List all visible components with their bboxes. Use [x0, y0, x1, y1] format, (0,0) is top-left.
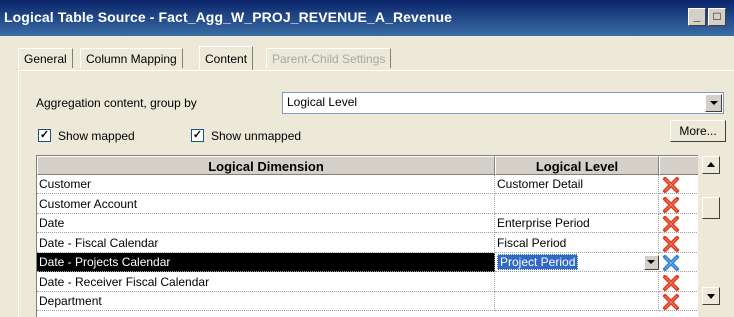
scroll-up-button[interactable]	[702, 156, 720, 174]
dimension-table: Logical Dimension Logical Level Customer…	[36, 155, 699, 317]
tab-column-mapping[interactable]: Column Mapping	[80, 48, 183, 68]
level-cell[interactable]: Customer Detail	[495, 175, 659, 194]
maximize-button[interactable]: □	[708, 8, 726, 26]
table-row[interactable]: Date - Receiver Fiscal Calendar	[37, 272, 699, 293]
minimize-button[interactable]: _	[688, 8, 706, 26]
show-unmapped-label: Show unmapped	[211, 129, 302, 143]
blue-x-icon[interactable]	[662, 254, 680, 272]
column-header-logical-dimension[interactable]: Logical Dimension	[37, 156, 495, 175]
table-row[interactable]: Date Enterprise Period	[37, 214, 699, 234]
table-row[interactable]: Customer Account	[37, 194, 699, 215]
title-bar: Logical Table Source - Fact_Agg_W_PROJ_R…	[0, 0, 734, 36]
show-mapped-label: Show mapped	[58, 129, 135, 143]
red-x-icon[interactable]	[662, 176, 680, 194]
red-x-icon[interactable]	[662, 235, 680, 253]
dimension-cell[interactable]: Date - Projects Calendar	[37, 253, 495, 272]
red-x-icon[interactable]	[662, 215, 680, 233]
dimension-cell[interactable]: Date	[37, 214, 495, 233]
dimension-cell[interactable]: Customer	[37, 175, 495, 194]
show-unmapped-checkbox[interactable]: ✓	[191, 129, 204, 142]
aggregation-select[interactable]: Logical Level	[282, 92, 724, 114]
table-row[interactable]: Date - Fiscal Calendar Fiscal Period	[37, 233, 699, 254]
red-x-icon[interactable]	[662, 274, 680, 292]
level-dropdown-arrow[interactable]	[644, 255, 659, 270]
level-cell[interactable]: Enterprise Period	[495, 214, 659, 233]
level-cell[interactable]	[495, 194, 659, 214]
level-selected-value[interactable]: Project Period	[497, 254, 579, 270]
window-title: Logical Table Source - Fact_Agg_W_PROJ_R…	[4, 9, 453, 25]
tab-general[interactable]: General	[18, 48, 73, 68]
aggregation-label: Aggregation content, group by	[36, 96, 197, 110]
level-cell[interactable]	[495, 272, 659, 292]
dimension-cell[interactable]: Customer Account	[37, 194, 495, 214]
dimension-cell[interactable]: Date - Fiscal Calendar	[37, 233, 495, 253]
level-cell[interactable]	[495, 292, 659, 311]
dimension-cell[interactable]: Department	[37, 292, 495, 311]
more-button[interactable]: More...	[670, 120, 726, 142]
dimension-cell[interactable]: Date - Receiver Fiscal Calendar	[37, 272, 495, 292]
aggregation-value: Logical Level	[287, 95, 358, 109]
table-row[interactable]: Customer Customer Detail	[37, 175, 699, 195]
table-row[interactable]: Date - Projects Calendar Project Period	[37, 253, 699, 273]
chevron-down-icon[interactable]	[705, 94, 722, 112]
red-x-icon[interactable]	[662, 293, 680, 311]
vertical-scrollbar[interactable]	[698, 155, 724, 316]
tab-content[interactable]: Content	[199, 46, 254, 70]
show-mapped-checkbox[interactable]: ✓	[38, 129, 51, 142]
scroll-thumb[interactable]	[702, 197, 720, 219]
level-cell[interactable]: Project Period	[495, 253, 659, 272]
tab-parent-child-settings: Parent-Child Settings	[266, 48, 392, 68]
table-row[interactable]: Department	[37, 292, 699, 312]
column-header-logical-level[interactable]: Logical Level	[495, 156, 659, 175]
level-cell[interactable]: Fiscal Period	[495, 233, 659, 253]
red-x-icon[interactable]	[662, 196, 680, 214]
column-header-delete	[659, 156, 699, 175]
scroll-down-button[interactable]	[702, 287, 720, 305]
